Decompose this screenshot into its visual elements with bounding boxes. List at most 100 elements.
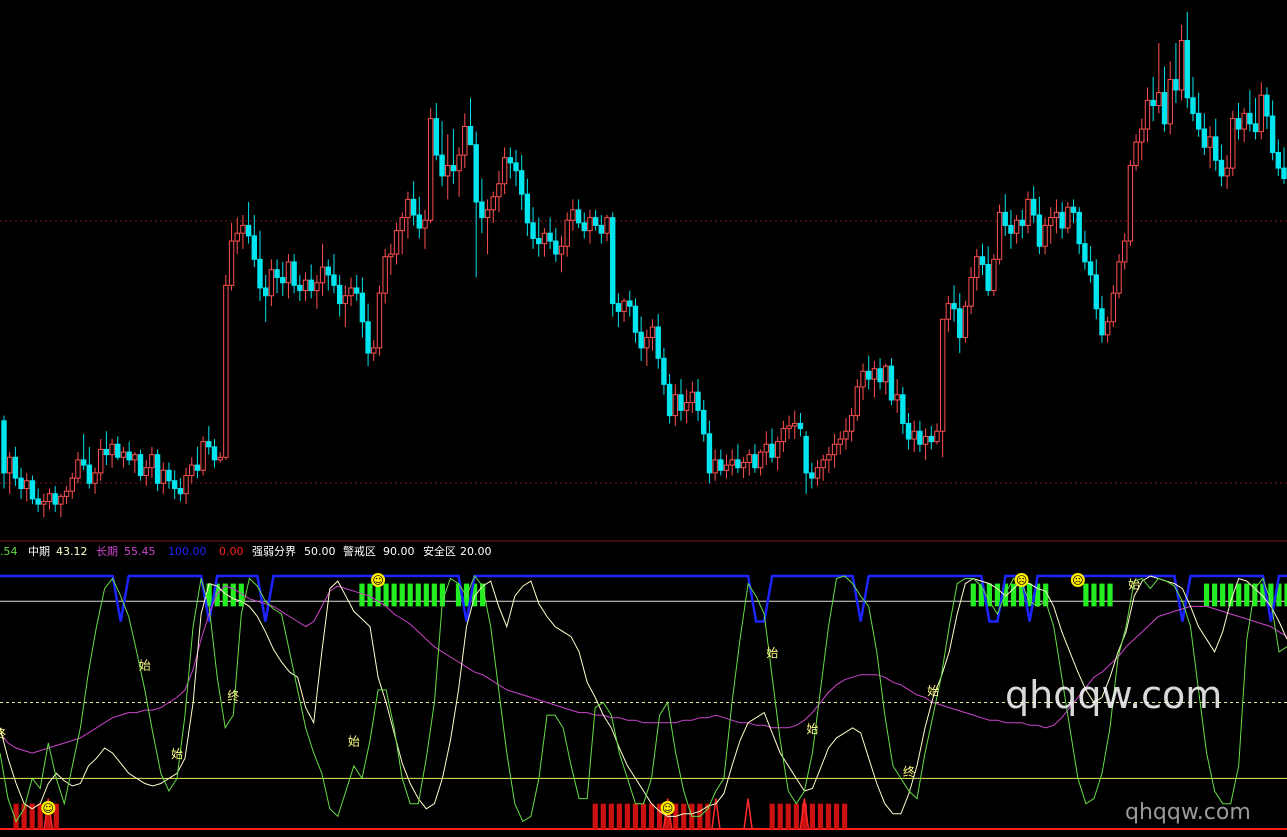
candle-body (1053, 211, 1060, 219)
candle-body (501, 157, 508, 185)
candle-body (672, 394, 678, 417)
candle-body (29, 480, 36, 500)
candle-body (58, 495, 64, 505)
candle-body (1173, 79, 1179, 91)
candle-body (706, 433, 713, 474)
end-marker: 终 (0, 726, 6, 741)
candle-body (1269, 115, 1276, 153)
candle-body (655, 326, 661, 359)
candle-body (228, 240, 235, 286)
candle-body (831, 443, 838, 456)
candle-body (98, 448, 104, 474)
candle-body (985, 264, 991, 292)
candle-body (1, 420, 7, 474)
candle-body (848, 415, 855, 432)
candle-body (490, 196, 496, 211)
legend-long-label: 长期 (96, 545, 118, 558)
candle-body (1082, 243, 1088, 263)
candle-body (291, 261, 297, 286)
candle-body (473, 144, 479, 203)
start-marker: 始 (171, 747, 183, 761)
candle-body (388, 253, 394, 258)
candle-body (1252, 123, 1259, 133)
candle-body (1008, 224, 1014, 234)
candle-body (371, 347, 377, 354)
candle-body (217, 456, 223, 461)
candle-body (354, 287, 360, 294)
candle-body (92, 472, 98, 484)
zone-bar-green (431, 583, 437, 607)
candle-body (894, 394, 900, 401)
candle-body (621, 300, 627, 312)
zone-bar-red (809, 803, 816, 829)
candle-body (1070, 206, 1077, 213)
candle-body (206, 441, 212, 448)
candle-body (1127, 165, 1134, 242)
candle-body (592, 217, 599, 226)
candle-body (1019, 219, 1026, 226)
candle-body (1030, 198, 1037, 216)
candle-body (877, 368, 883, 383)
indicator-legend: .54 中期 43.12 长期 55.45 100.00 0.00 强弱分界 5… (0, 544, 492, 558)
zone-bar-red (608, 803, 614, 829)
candle-body (342, 295, 349, 305)
candle-body (149, 454, 155, 469)
legend-alert-label: 警戒区 (343, 544, 376, 558)
face-label: ☺ (43, 802, 54, 815)
zone-bar-green (383, 583, 389, 607)
start-marker: 始 (806, 722, 818, 736)
candle-body (712, 459, 718, 474)
candle-body (1275, 151, 1282, 169)
candle-body (1218, 159, 1225, 177)
candle-body (951, 303, 957, 310)
candle-body (80, 459, 87, 466)
lower-spike (743, 798, 753, 830)
zone-bar-green (1220, 583, 1226, 607)
zone-bar-green (1107, 583, 1113, 607)
candle-body (69, 477, 75, 492)
candle-body (35, 498, 41, 505)
candle-body (928, 435, 934, 443)
candle-body (422, 219, 428, 229)
candle-body (336, 284, 343, 305)
candle-body (678, 394, 684, 411)
zone-bar-red (817, 803, 824, 829)
candle-body (507, 157, 514, 164)
candle-body (991, 258, 997, 292)
face-label: ☹ (1016, 574, 1027, 587)
candle-body (541, 232, 548, 245)
zone-bar-green (986, 583, 992, 607)
price-pane (0, 11, 1287, 518)
candle-body (319, 266, 326, 284)
candle-body (143, 467, 149, 477)
candle-body (137, 454, 144, 477)
candle-body (701, 409, 707, 435)
legend-upper-value: 100.00 (168, 545, 207, 558)
candle-body (1036, 214, 1043, 247)
candle-body (1048, 217, 1054, 226)
candle-body (177, 488, 184, 495)
candle-body (587, 217, 593, 232)
candle-body (6, 456, 13, 474)
candle-body (467, 125, 474, 146)
candle-body (462, 125, 468, 156)
candle-body (359, 292, 366, 323)
candle-body (331, 274, 337, 286)
candle-body (968, 277, 974, 307)
candle-body (348, 287, 354, 297)
candle-body (683, 402, 690, 411)
candle-body (957, 308, 963, 338)
candle-body (1156, 92, 1162, 107)
candle-body (24, 480, 30, 490)
candle-body (1264, 94, 1270, 117)
candle-body (439, 154, 445, 177)
candle-body (1002, 211, 1008, 226)
candle-body (1224, 167, 1230, 177)
candle-body (427, 118, 434, 221)
candle-body (610, 217, 616, 305)
zone-bar-green (230, 583, 236, 607)
candle-body (365, 321, 371, 354)
candle-body (752, 454, 758, 469)
zone-bar-red (616, 803, 622, 829)
candle-body (536, 237, 542, 245)
